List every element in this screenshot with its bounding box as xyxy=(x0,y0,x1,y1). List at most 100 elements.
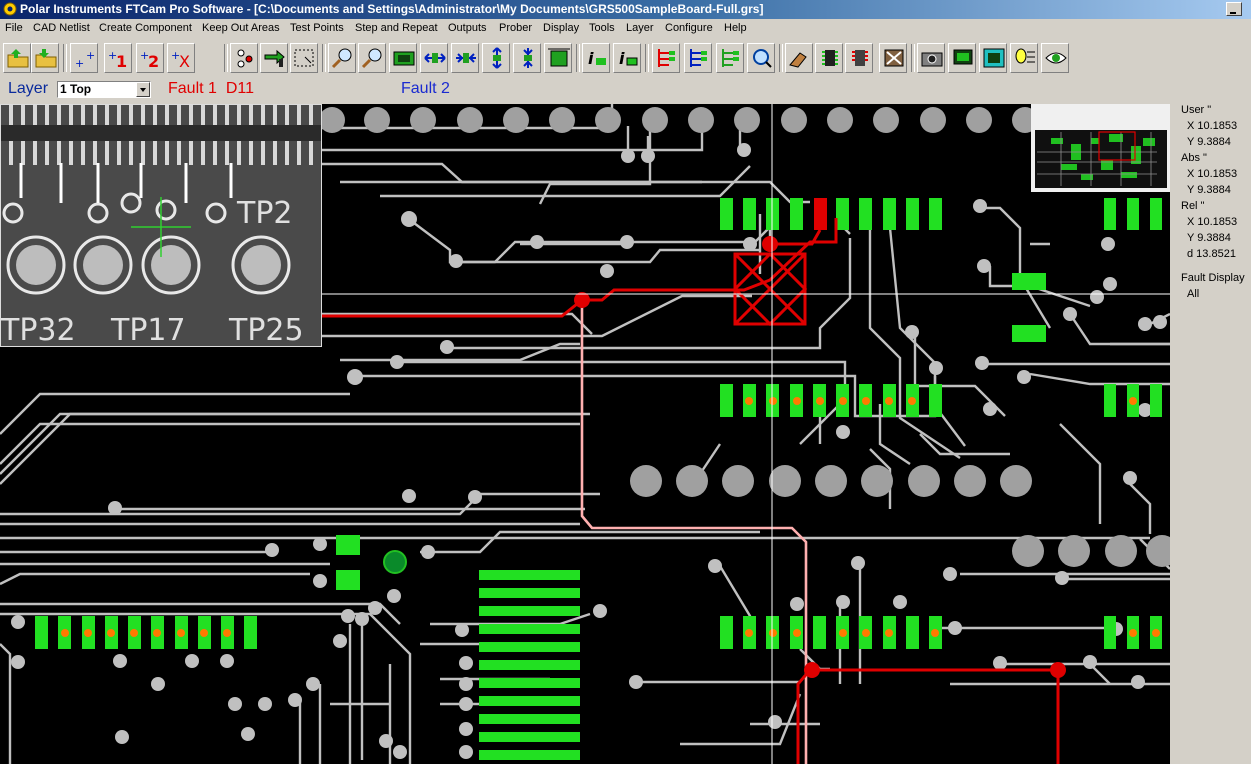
chip-icon xyxy=(822,50,838,66)
minimize-icon xyxy=(1230,12,1236,14)
menu-outputs[interactable]: Outputs xyxy=(448,22,487,34)
minimize-button[interactable] xyxy=(1226,2,1242,16)
fault2-button[interactable]: +2 xyxy=(136,43,164,73)
clear-x-icon: +X xyxy=(171,49,190,69)
menu-cad-netlist[interactable]: CAD Netlist xyxy=(33,22,90,34)
stretch-vertical-button[interactable] xyxy=(482,43,510,73)
menu-create-component[interactable]: Create Component xyxy=(99,22,192,34)
menu-layer[interactable]: Layer xyxy=(626,22,654,34)
arrow-right-icon xyxy=(264,49,285,67)
fault-display-label: Fault Display xyxy=(1181,272,1245,284)
camera-view: TP32 TP17 TP25 TP2 xyxy=(0,104,322,347)
arrows-inward-icon xyxy=(456,53,476,63)
component-button[interactable] xyxy=(815,43,843,73)
shrink-horizontal-button[interactable] xyxy=(451,43,479,73)
select-area-icon xyxy=(294,49,314,67)
app-icon xyxy=(3,2,17,16)
fault2-label: Fault 2 xyxy=(401,80,450,97)
camera-image: TP32 TP17 TP25 TP2 xyxy=(1,105,321,346)
layer-select[interactable]: 1 Top xyxy=(57,81,151,98)
folder-open-icon xyxy=(7,49,29,68)
camera-icon xyxy=(921,52,943,67)
menu-display[interactable]: Display xyxy=(543,22,579,34)
menu-help[interactable]: Help xyxy=(724,22,747,34)
fault-one-icon: +1 xyxy=(108,49,127,69)
camera-label-tp2: TP2 xyxy=(236,196,293,231)
camera-label-tp32: TP32 xyxy=(1,313,76,346)
rel-distance-value: d 13.8521 xyxy=(1187,248,1236,260)
minimap-canvas[interactable] xyxy=(1031,104,1170,192)
shrink-vertical-button[interactable] xyxy=(513,43,541,73)
netlist-one-button[interactable] xyxy=(652,43,680,73)
stretch-horizontal-button[interactable] xyxy=(420,43,448,73)
zoom-board-button[interactable] xyxy=(389,43,417,73)
menu-file[interactable]: File xyxy=(5,22,23,34)
save-file-button[interactable] xyxy=(31,43,59,73)
menu-test-points[interactable]: Test Points xyxy=(290,22,344,34)
zoom-in-button[interactable] xyxy=(328,43,356,73)
open-file-button[interactable] xyxy=(3,43,31,73)
fit-width-button[interactable] xyxy=(544,43,572,73)
fault1-button[interactable]: +1 xyxy=(104,43,132,73)
fault-two-icon: +2 xyxy=(140,49,159,69)
menu-keep-out-areas[interactable]: Keep Out Areas xyxy=(202,22,280,34)
pins-icon xyxy=(852,50,868,66)
info-icon: i xyxy=(588,49,606,68)
coordinate-panel: User " X 10.1853 Y 9.3884 Abs " X 10.185… xyxy=(1175,104,1251,404)
probe-button[interactable] xyxy=(230,43,258,73)
svg-text:2: 2 xyxy=(148,52,159,69)
layer-selected-value: 1 Top xyxy=(60,82,92,96)
probe-icon xyxy=(237,49,253,68)
board-view-icon xyxy=(983,48,1005,68)
lamp-button[interactable] xyxy=(1010,43,1038,73)
layer-dropdown-button[interactable] xyxy=(136,82,150,97)
move-button[interactable] xyxy=(260,43,288,73)
netlist-three-button[interactable] xyxy=(716,43,744,73)
info-button[interactable]: i xyxy=(582,43,610,73)
info-detail-icon: i xyxy=(619,49,638,68)
pins-button[interactable] xyxy=(845,43,873,73)
plus-points-icon: ++ xyxy=(75,49,95,69)
menu-prober[interactable]: Prober xyxy=(499,22,532,34)
netlist-two-button[interactable] xyxy=(684,43,712,73)
rel-coords-label: Rel " xyxy=(1181,200,1205,212)
abs-y-value: Y 9.3884 xyxy=(1187,184,1231,196)
netlist-blue-icon xyxy=(690,49,707,67)
fault1-ref: D11 xyxy=(225,80,254,97)
menu-configure[interactable]: Configure xyxy=(665,22,713,34)
find-magnifier-icon xyxy=(753,49,772,68)
menu-step-and-repeat[interactable]: Step and Repeat xyxy=(355,22,438,34)
user-x-value: X 10.1853 xyxy=(1187,120,1238,132)
abs-coords-label: Abs " xyxy=(1181,152,1207,164)
svg-text:i: i xyxy=(619,49,625,68)
clear-fault-button[interactable]: + X xyxy=(167,43,195,73)
camera-label-tp25: TP25 xyxy=(228,313,304,346)
info-two-button[interactable]: i xyxy=(613,43,641,73)
fit-width-icon xyxy=(548,48,570,67)
chevron-down-icon xyxy=(140,88,146,92)
abs-x-value: X 10.1853 xyxy=(1187,168,1238,180)
add-points-button[interactable]: + + xyxy=(70,43,98,73)
rel-x-value: X 10.1853 xyxy=(1187,216,1238,228)
fault-display-value[interactable]: All xyxy=(1187,288,1199,300)
monitor-icon xyxy=(953,49,973,65)
arrows-vertical-inward-icon xyxy=(523,48,533,68)
board-minimap[interactable] xyxy=(1031,104,1170,192)
menu-bar: File CAD Netlist Create Component Keep O… xyxy=(0,19,1251,39)
view-button[interactable] xyxy=(1041,43,1069,73)
probe-tool-button[interactable] xyxy=(785,43,813,73)
board-view-button[interactable] xyxy=(979,43,1007,73)
zoom-out-button[interactable] xyxy=(358,43,386,73)
title-bar: Polar Instruments FTCam Pro Software - [… xyxy=(0,0,1251,19)
delete-component-button[interactable] xyxy=(879,43,907,73)
toolbar: + + +1 +2 + X i i xyxy=(0,40,1080,76)
menu-tools[interactable]: Tools xyxy=(589,22,615,34)
zoom-out-icon xyxy=(361,48,382,69)
fault1-indicator: Fault 1 D11 xyxy=(168,80,254,98)
select-area-button[interactable] xyxy=(290,43,318,73)
zoom-in-icon xyxy=(331,48,352,69)
camera-button[interactable] xyxy=(917,43,945,73)
window-title: Polar Instruments FTCam Pro Software - [… xyxy=(20,2,764,16)
find-button[interactable] xyxy=(747,43,775,73)
monitor-button[interactable] xyxy=(948,43,976,73)
